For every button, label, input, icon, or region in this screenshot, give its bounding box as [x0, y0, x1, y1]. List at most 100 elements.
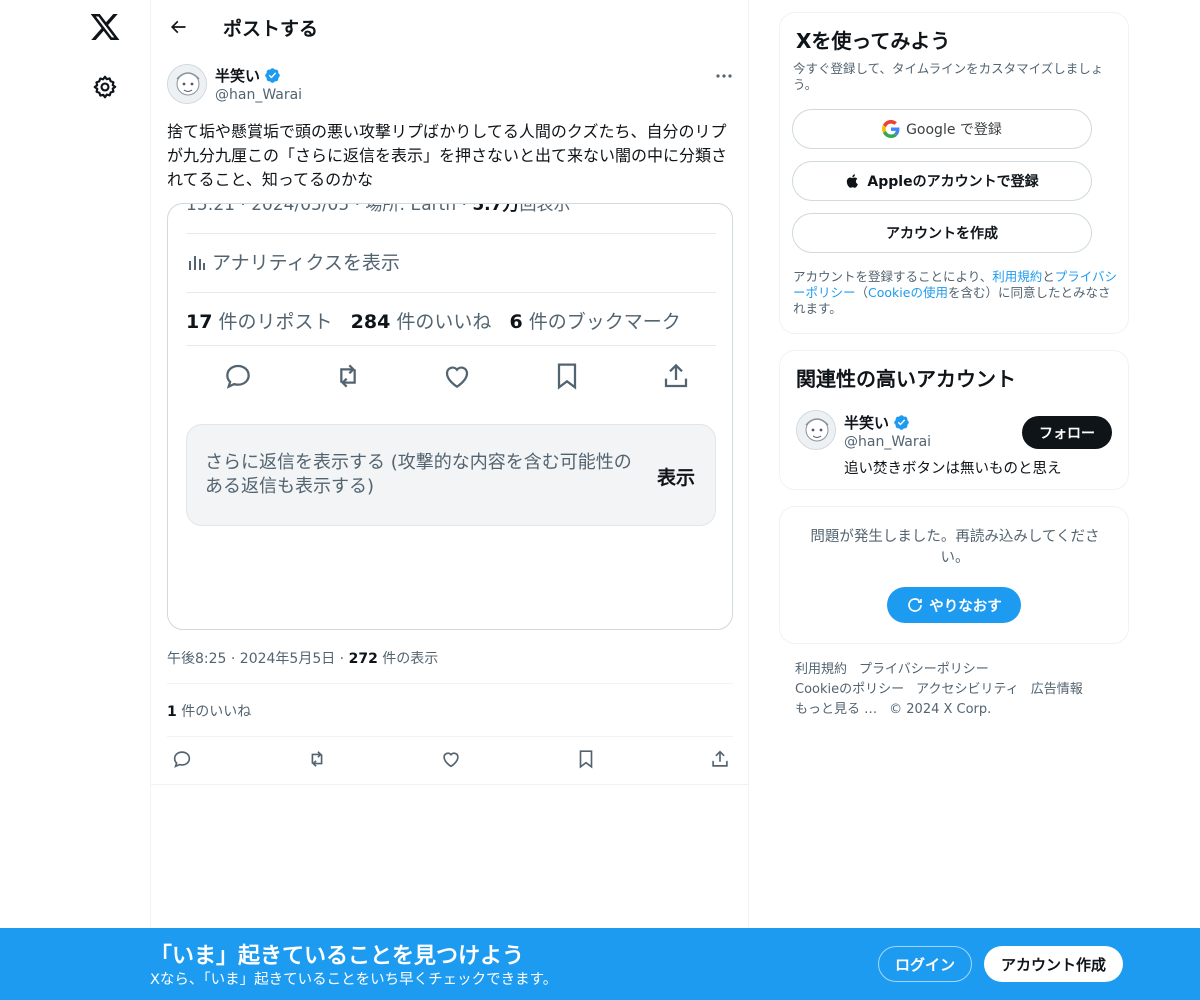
- login-banner: 「いま」起きていることを見つけよう Xなら、「いま」起きていることをいち早くチェ…: [0, 928, 1200, 1000]
- bookmark-icon[interactable]: [575, 748, 597, 770]
- retry-label: やりなおす: [929, 598, 1002, 615]
- related-account-handle[interactable]: @han_Warai: [844, 434, 931, 450]
- media-divider: [186, 292, 716, 293]
- media-divider: [186, 233, 716, 234]
- main-column: ポストする 半笑い @han_Warai 捨て垢や懸賞垢で頭の悪い攻撃リプばかり…: [150, 0, 749, 1000]
- likes-count: 1: [167, 704, 177, 720]
- google-signup-button[interactable]: Google で登録: [792, 109, 1092, 149]
- like-icon: [441, 360, 473, 392]
- show-more-replies-box: さらに返信を表示する (攻撃的な内容を含む可能性のある返信も表示する) 表示: [186, 424, 716, 526]
- apple-signup-label: Appleのアカウントで登録: [867, 174, 1039, 190]
- media-cut-text: 15:21 · 2024/05/05 · 場所: Earth · 5.7万回表示: [186, 203, 571, 215]
- tweet-actions: [171, 748, 731, 772]
- divider: [167, 736, 733, 737]
- divider: [167, 683, 733, 684]
- author-handle[interactable]: @han_Warai: [215, 87, 302, 103]
- footer-link-more[interactable]: もっと見る …: [795, 702, 877, 717]
- divider: [151, 784, 749, 785]
- media-reposts-label: 件のリポスト: [218, 311, 333, 333]
- like-icon[interactable]: [440, 748, 462, 770]
- legal-text-2: （: [855, 285, 869, 300]
- error-message: 問題が発生しました。再読み込みしてください。: [810, 529, 1100, 566]
- footer-link-ads[interactable]: 広告情報: [1031, 682, 1083, 697]
- signup-title: Xを使ってみよう: [796, 29, 951, 53]
- tweet-text: 捨て垢や懸賞垢で頭の悪い攻撃リプばかりしてる人間のクズたち、自分のリプが九分九厘…: [167, 122, 728, 189]
- sidebar-footer: 利用規約 プライバシーポリシー Cookieのポリシー アクセシビリティ 広告情報 も…: [795, 660, 1115, 720]
- verified-badge-icon: [893, 414, 910, 431]
- related-accounts-card: 関連性の高いアカウント 半笑い @han_Warai 追い焚きボタンは無いものと…: [779, 350, 1129, 490]
- bookmark-icon: [551, 360, 583, 392]
- media-stats: 17 件のリポスト 284 件のいいね 6 件のブックマーク: [186, 307, 681, 334]
- verified-badge-icon: [264, 67, 281, 84]
- footer-link-accessibility[interactable]: アクセシビリティ: [916, 682, 1019, 697]
- tweet-timestamp[interactable]: 午後8:25 · 2024年5月5日 ·: [167, 651, 344, 667]
- related-account-name[interactable]: 半笑い: [844, 412, 910, 433]
- show-replies-button: 表示: [656, 467, 695, 489]
- create-account-button[interactable]: アカウントを作成: [792, 213, 1092, 253]
- tweet-author: 半笑い @han_Warai: [167, 64, 737, 108]
- apple-signup-button[interactable]: Appleのアカウントで登録: [792, 161, 1092, 201]
- analytics-icon: [186, 252, 206, 272]
- footer-copyright: © 2024 X Corp.: [889, 702, 992, 717]
- signup-subtitle: 今すぐ登録して、タイムラインをカスタマイズしましょう。: [793, 61, 1104, 92]
- error-card: 問題が発生しました。再読み込みしてください。 やりなおす: [779, 506, 1129, 644]
- google-signup-label: Google で登録: [906, 122, 1002, 138]
- screenshot-content: 15:21 · 2024/05/05 · 場所: Earth · 5.7万回表示…: [168, 203, 732, 629]
- media-cut-suffix: 回表示: [519, 203, 571, 215]
- views-count: 272: [348, 651, 378, 667]
- cookie-link[interactable]: Cookieの使用: [868, 285, 948, 300]
- apple-icon: [845, 172, 861, 190]
- legal-notice: アカウントを登録することにより、利用規約とプライバシーポリシー（Cookieの使…: [793, 269, 1119, 317]
- likes-summary[interactable]: 1 件のいいね: [167, 701, 251, 721]
- media-cut-prefix: 15:21 · 2024/05/05 · 場所: Earth ·: [186, 203, 467, 215]
- author-name-text[interactable]: 半笑い: [215, 65, 260, 86]
- login-button[interactable]: ログイン: [878, 946, 972, 982]
- media-cut-views: 5.7万: [472, 203, 520, 215]
- media-actions: [222, 360, 692, 392]
- header-bar: ポストする: [151, 0, 749, 53]
- show-more-replies-text: さらに返信を表示する (攻撃的な内容を含む可能性のある返信も表示する): [205, 452, 632, 497]
- reply-icon[interactable]: [171, 748, 193, 770]
- signup-button[interactable]: アカウント作成: [984, 946, 1123, 982]
- media-analytics: アナリティクスを表示: [186, 248, 400, 275]
- terms-link[interactable]: 利用規約: [992, 269, 1042, 284]
- share-icon[interactable]: [709, 748, 731, 770]
- related-name-text[interactable]: 半笑い: [844, 412, 889, 433]
- x-logo-icon[interactable]: [89, 11, 121, 43]
- related-title: 関連性の高いアカウント: [796, 367, 1016, 391]
- media-likes-count: 284: [350, 311, 391, 333]
- back-arrow-icon[interactable]: [163, 12, 193, 42]
- likes-label: 件のいいね: [181, 704, 252, 720]
- media-bookmarks-count: 6: [509, 311, 523, 333]
- page-title: ポストする: [223, 18, 319, 40]
- views-label: 件の表示: [382, 651, 439, 667]
- refresh-icon: [906, 596, 924, 614]
- related-account-bio: 追い焚きボタンは無いものと思え: [844, 461, 1062, 477]
- footer-link-privacy[interactable]: プライバシーポリシー: [859, 662, 989, 677]
- legal-text-1: アカウントを登録することにより、: [793, 269, 993, 284]
- repost-icon[interactable]: [306, 748, 328, 770]
- gear-icon[interactable]: [92, 74, 118, 100]
- avatar[interactable]: [167, 64, 207, 104]
- repost-icon: [332, 360, 364, 392]
- more-options-icon[interactable]: [711, 66, 737, 86]
- reply-icon: [222, 360, 254, 392]
- author-name[interactable]: 半笑い: [215, 65, 281, 86]
- media-bookmarks-label: 件のブックマーク: [528, 311, 681, 333]
- media-reposts-count: 17: [186, 311, 213, 333]
- follow-button[interactable]: フォロー: [1022, 416, 1112, 449]
- footer-link-cookie[interactable]: Cookieのポリシー: [795, 682, 904, 697]
- legal-and: と: [1042, 269, 1055, 284]
- media-divider: [186, 345, 716, 346]
- footer-link-terms[interactable]: 利用規約: [795, 662, 847, 677]
- create-account-label: アカウントを作成: [886, 226, 998, 242]
- tweet-meta: 午後8:25 · 2024年5月5日 · 272 件の表示: [167, 648, 438, 668]
- banner-subtitle: Xなら、「いま」起きていることをいち早くチェックできます。: [150, 972, 558, 988]
- signup-card: Xを使ってみよう 今すぐ登録して、タイムラインをカスタマイズしましょう。 Goo…: [779, 12, 1129, 334]
- avatar[interactable]: [796, 410, 836, 450]
- tweet-media-image[interactable]: 15:21 · 2024/05/05 · 場所: Earth · 5.7万回表示…: [167, 203, 733, 630]
- google-icon: [882, 120, 900, 138]
- share-icon: [660, 360, 692, 392]
- banner-title: 「いま」起きていることを見つけよう: [150, 944, 525, 969]
- retry-button[interactable]: やりなおす: [887, 587, 1021, 623]
